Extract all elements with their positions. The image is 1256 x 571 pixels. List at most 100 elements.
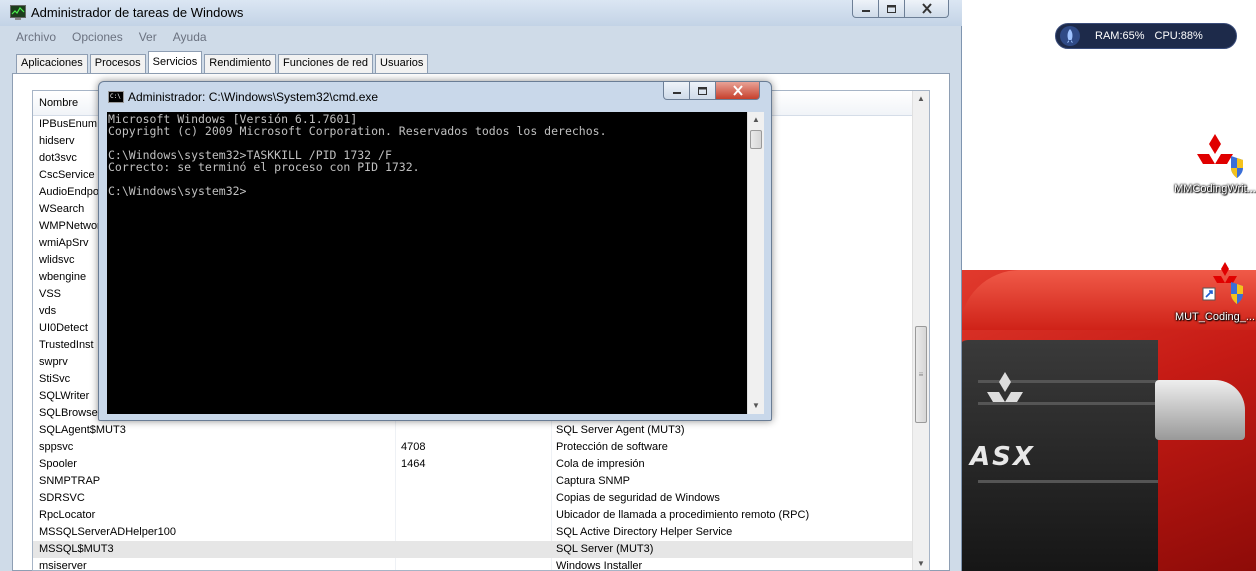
service-description: Copias de seguridad de Windows — [556, 492, 720, 504]
scroll-grip-icon: ≡ — [918, 370, 924, 379]
service-name: WMPNetwor — [39, 220, 101, 232]
table-row[interactable]: Spooler 1464 Cola de impresión — [33, 456, 913, 473]
service-description: Ubicador de llamada a procedimiento remo… — [556, 509, 810, 521]
maximize-icon — [698, 86, 707, 95]
scroll-up-arrow-icon[interactable]: ▲ — [916, 94, 926, 104]
service-name: AudioEndpo — [39, 186, 99, 198]
list-scrollbar[interactable]: ▲ ≡ ▼ — [912, 91, 929, 570]
service-name: CscService — [39, 169, 95, 181]
service-name: SQLBrowser — [39, 407, 102, 419]
table-row[interactable]: MSSQL$MUT3 SQL Server (MUT3) — [33, 541, 913, 558]
table-row[interactable]: MSSQLServerADHelper100 SQL Active Directo… — [33, 524, 913, 541]
table-row[interactable]: msiserver Windows Installer — [33, 558, 913, 571]
tab-aplicaciones[interactable]: Aplicaciones — [16, 54, 88, 73]
ram-usage: RAM:65% — [1095, 30, 1145, 42]
service-name: wmiApSrv — [39, 237, 89, 249]
menu-ayuda[interactable]: Ayuda — [165, 28, 215, 48]
service-name: VSS — [39, 288, 62, 300]
service-description: SQL Active Directory Helper Service — [556, 526, 733, 538]
minimize-icon — [861, 9, 870, 12]
service-name: StiSvc — [39, 373, 71, 385]
window-title: Administrador de tareas de Windows — [31, 5, 244, 20]
service-name: hidserv — [39, 135, 75, 147]
service-name: msiserver — [39, 560, 87, 571]
system-monitor-widget[interactable]: RAM:65% CPU:88% — [1055, 23, 1237, 49]
scrollbar-thumb[interactable] — [750, 130, 762, 149]
service-name: UI0Detect — [39, 322, 88, 334]
mitsubishi-logo-icon — [987, 372, 1023, 402]
restore-icon — [887, 4, 896, 13]
service-name: dot3svc — [39, 152, 77, 164]
scroll-up-arrow-icon[interactable]: ▲ — [751, 115, 761, 125]
service-name: WSearch — [39, 203, 85, 215]
tab-funciones-de-red[interactable]: Funciones de red — [278, 54, 374, 73]
minimize-button[interactable] — [852, 0, 879, 18]
service-name: IPBusEnum — [39, 118, 98, 130]
console-output[interactable]: Microsoft Windows [Versión 6.1.7601] Copy… — [107, 112, 747, 414]
cmd-scrollbar[interactable]: ▲ ▼ — [747, 112, 764, 414]
service-name: Spooler — [39, 458, 77, 470]
service-name: vds — [39, 305, 57, 317]
tab-rendimiento[interactable]: Rendimiento — [204, 54, 277, 73]
service-name: wbengine — [39, 271, 87, 283]
desktop-icon-mut-coding[interactable]: MUT_Coding_... — [1170, 262, 1256, 323]
service-name: sppsvc — [39, 441, 74, 453]
tab-strip: Aplicaciones Procesos Servicios Rendimie… — [16, 51, 430, 73]
cmd-window-title: Administrador: C:\Windows\System32\cmd.e… — [128, 90, 379, 104]
service-name: SQLAgent$MUT3 — [39, 424, 126, 436]
service-name: SNMPTRAP — [39, 475, 101, 487]
desktop-icon-label: MUT_Coding_... — [1174, 311, 1256, 323]
tab-usuarios[interactable]: Usuarios — [375, 54, 429, 73]
menu-ver[interactable]: Ver — [131, 28, 165, 48]
tab-servicios[interactable]: Servicios — [147, 51, 203, 73]
car-badge: ASX — [970, 442, 1035, 472]
console-line: C:\Windows\system32> — [108, 184, 247, 198]
cpu-usage: CPU:88% — [1154, 30, 1203, 42]
task-manager-icon — [10, 5, 26, 20]
service-pid: 4708 — [401, 441, 426, 453]
service-name: RpcLocator — [39, 509, 96, 521]
cmd-titlebar[interactable]: C:\ Administrador: C:\Windows\System32\c… — [99, 82, 771, 108]
cmd-icon: C:\ — [108, 91, 124, 103]
minimize-icon — [672, 91, 681, 94]
cmd-close-button[interactable] — [716, 82, 760, 100]
service-name: swprv — [39, 356, 68, 368]
service-description: Cola de impresión — [556, 458, 645, 470]
table-row[interactable]: SNMPTRAP Captura SNMP — [33, 473, 913, 490]
service-description: Windows Installer — [556, 560, 643, 571]
desktop-icon-label: MMCodingWrit... — [1174, 183, 1256, 195]
task-manager-titlebar[interactable]: Administrador de tareas de Windows — [0, 0, 962, 26]
cmd-maximize-button[interactable] — [690, 82, 716, 100]
caption-buttons — [852, 0, 949, 18]
table-row[interactable]: sppsvc 4708 Protección de software — [33, 439, 913, 456]
service-description: SQL Server Agent (MUT3) — [556, 424, 685, 436]
column-header-name[interactable]: Nombre — [39, 97, 78, 109]
desktop-icon-mmcoding[interactable]: MMCodingWrit... — [1170, 132, 1256, 195]
close-icon — [732, 85, 743, 96]
table-row[interactable]: SQLAgent$MUT3 SQL Server Agent (MUT3) — [33, 422, 913, 439]
rocket-icon — [1060, 26, 1080, 46]
maximize-button[interactable] — [879, 0, 905, 18]
cmd-caption-buttons — [663, 82, 764, 100]
service-name: MSSQL$MUT3 — [39, 543, 114, 555]
service-description: SQL Server (MUT3) — [556, 543, 654, 555]
table-row[interactable]: RpcLocator Ubicador de llamada a procedim… — [33, 507, 913, 524]
service-description: Protección de software — [556, 441, 668, 453]
scroll-down-arrow-icon[interactable]: ▼ — [916, 559, 926, 569]
console-line: Copyright (c) 2009 Microsoft Corporation… — [108, 124, 607, 138]
cmd-window: C:\ Administrador: C:\Windows\System32\c… — [98, 81, 772, 421]
tab-procesos[interactable]: Procesos — [89, 54, 146, 73]
service-name: MSSQLServerADHelper100 — [39, 526, 176, 538]
scroll-down-arrow-icon[interactable]: ▼ — [751, 401, 761, 411]
service-description: Captura SNMP — [556, 475, 630, 487]
table-row[interactable]: SDRSVC Copias de seguridad de Windows — [33, 490, 913, 507]
service-name: SDRSVC — [39, 492, 85, 504]
menu-opciones[interactable]: Opciones — [64, 28, 131, 48]
cmd-minimize-button[interactable] — [663, 82, 690, 100]
console-text: Microsoft Windows [Versión 6.1.7601] Copy… — [108, 113, 607, 197]
mitsubishi-shortcut-icon — [1202, 262, 1243, 304]
close-button[interactable] — [905, 0, 949, 18]
service-name: SQLWriter — [39, 390, 90, 402]
menu-archivo[interactable]: Archivo — [8, 28, 64, 48]
service-pid: 1464 — [401, 458, 426, 470]
